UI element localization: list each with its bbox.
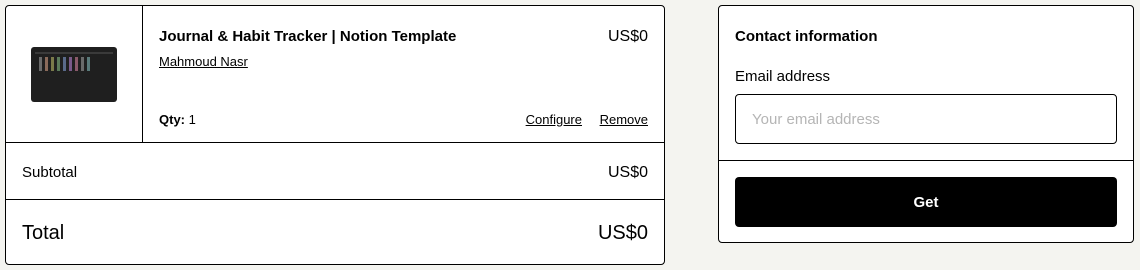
total-label: Total: [22, 222, 65, 244]
seller-link[interactable]: Mahmoud Nasr: [159, 54, 248, 69]
configure-link[interactable]: Configure: [526, 112, 582, 127]
product-price: US$0: [607, 28, 648, 45]
contact-title: Contact information: [735, 28, 878, 45]
remove-link[interactable]: Remove: [600, 112, 648, 127]
email-field[interactable]: [735, 94, 1117, 144]
quantity-label: Qty:: [159, 112, 185, 127]
subtotal-label: Subtotal: [22, 164, 78, 181]
product-title: Journal & Habit Tracker | Notion Templat…: [159, 28, 457, 45]
divider: [719, 160, 1133, 161]
email-label: Email address: [735, 68, 831, 85]
subtotal-row: Subtotal US$0: [6, 144, 664, 200]
quantity-value: 1: [188, 112, 196, 127]
thumbnail-column: [81, 57, 84, 71]
thumbnail-cell: [6, 6, 143, 143]
thumbnail-column: [87, 57, 90, 71]
thumbnail-column: [69, 57, 72, 71]
get-button[interactable]: Get: [735, 177, 1117, 227]
quantity: Qty: 1: [159, 112, 196, 127]
cart-item: Journal & Habit Tracker | Notion Templat…: [6, 6, 664, 143]
thumbnail-column: [57, 57, 60, 71]
thumbnail-header-bar: [35, 52, 113, 54]
product-thumbnail-image[interactable]: [31, 47, 117, 102]
subtotal-value: US$0: [607, 164, 648, 181]
cart-panel: Journal & Habit Tracker | Notion Templat…: [5, 5, 665, 265]
contact-panel: Contact information Email address Get: [718, 5, 1134, 243]
thumbnail-column: [75, 57, 78, 71]
thumbnail-column: [63, 57, 66, 71]
thumbnail-column: [45, 57, 48, 71]
thumbnail-column: [39, 57, 42, 71]
total-row: Total US$0: [6, 201, 664, 264]
total-value: US$0: [597, 222, 648, 244]
thumbnail-column: [51, 57, 54, 71]
